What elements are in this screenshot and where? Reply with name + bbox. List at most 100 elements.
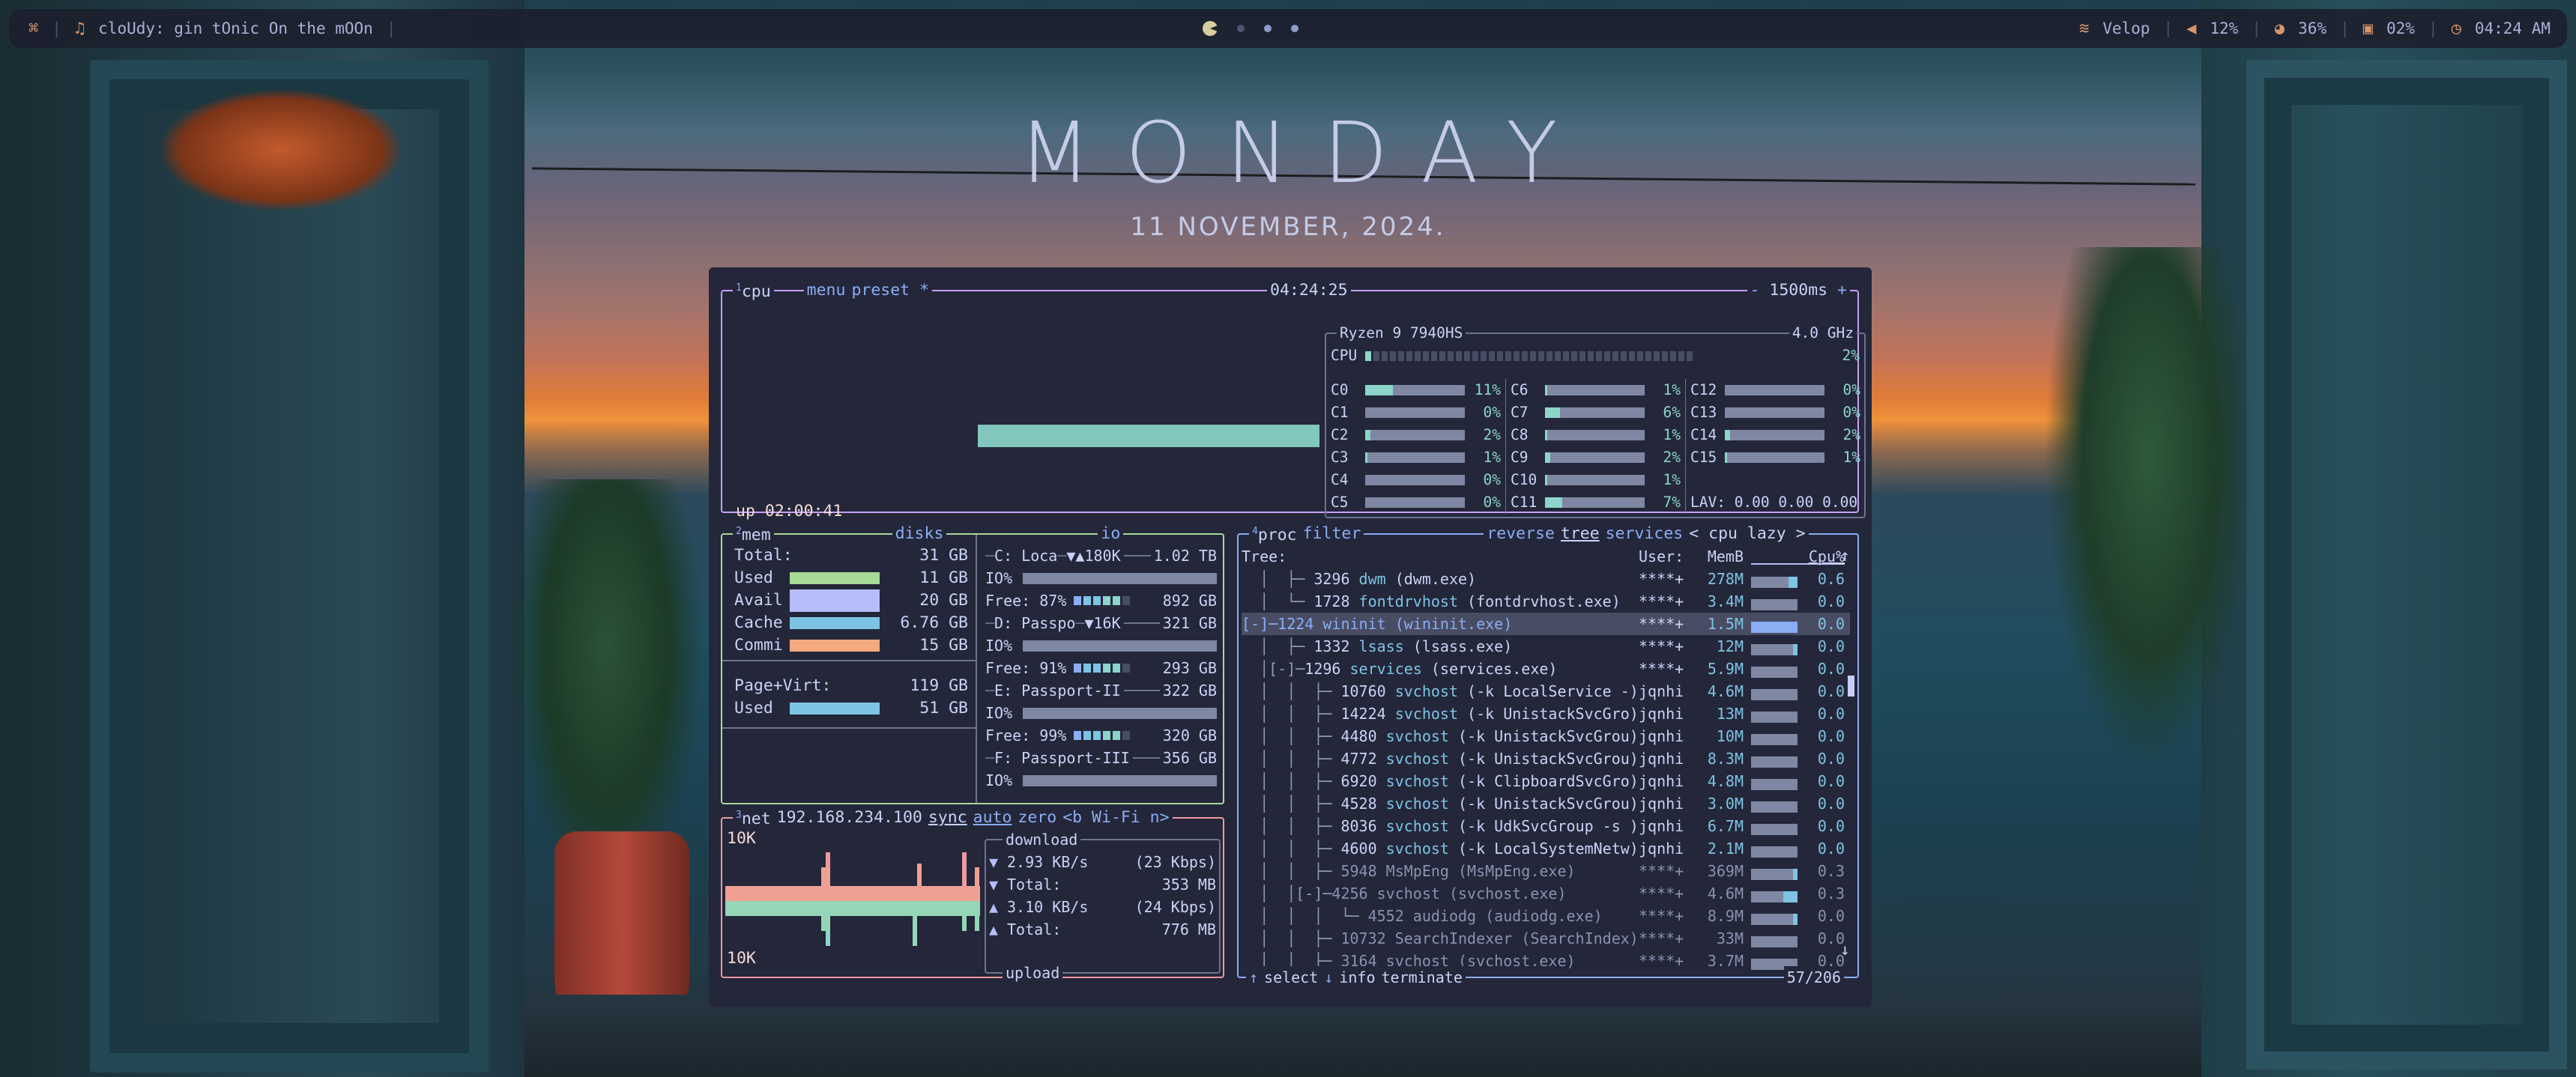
process-user: jqnhi: [1639, 727, 1684, 745]
cpu-core-row: C2 2%: [1331, 424, 1501, 446]
process-user: ****+: [1639, 592, 1684, 610]
process-tree-branch: │ │ ├─: [1242, 750, 1341, 768]
process-pid: 1296: [1304, 660, 1341, 678]
wallpaper-plant-right: [2044, 247, 2254, 771]
process-row[interactable]: │ │ ├─ 4480 svchost (-k UnistackSvcGrou)…: [1242, 725, 1850, 747]
process-user: jqnhi: [1639, 750, 1684, 768]
volume-level[interactable]: 12%: [2210, 19, 2238, 37]
disk-free-cell: [1083, 664, 1092, 673]
disk-header[interactable]: ─ E: Passport-II 322 GB: [981, 679, 1223, 702]
core-pct: 2%: [1842, 426, 1860, 443]
process-row[interactable]: │ ├─ 3296 dwm (dwm.exe) ****+ 278M 0.6: [1242, 568, 1850, 590]
reverse-toggle[interactable]: reverse: [1484, 523, 1558, 545]
now-playing[interactable]: cloUdy: gin tOnic On the mOOn: [98, 19, 373, 37]
process-mem: 4.8M: [1707, 772, 1744, 790]
grid-icon[interactable]: ⌘: [28, 19, 38, 38]
process-row[interactable]: │ ├─ 1332 lsass (lsass.exe) ****+ 12M 0.0: [1242, 635, 1850, 658]
cpu-core-row: C4 0%: [1331, 469, 1501, 491]
disk-free-cell: [1113, 596, 1121, 605]
disk-free-meter: [1074, 596, 1131, 605]
column-user[interactable]: User:: [1639, 545, 1684, 568]
interface-selector[interactable]: <b Wi-Fi n>: [1059, 807, 1173, 829]
status-bar: ⌘ | ♫ cloUdy: gin tOnic On the mOOn | ≋ …: [9, 9, 2567, 48]
core-label: C15: [1690, 449, 1717, 466]
workspace-dot[interactable]: [1291, 25, 1298, 32]
filter-input[interactable]: filter: [1299, 523, 1364, 545]
disk-header[interactable]: ─ D: Passpo ─ ▼16K 321 GB: [981, 612, 1223, 634]
core-label: C5: [1331, 494, 1349, 511]
workspace-dot[interactable]: [1237, 25, 1245, 32]
core-meter-fill: [1545, 497, 1563, 508]
interval-decrease-button[interactable]: -: [1750, 281, 1760, 300]
disk-header[interactable]: ─ C: Loca ─ ▼▲180K 1.02 TB: [981, 544, 1223, 567]
process-name: services: [1349, 660, 1422, 678]
process-row[interactable]: [-]─ 1224 wininit (wininit.exe) ****+ 1.5M 0…: [1242, 613, 1850, 635]
process-row[interactable]: │ └─ 1728 fontdrvhost (fontdrvhost.exe) *…: [1242, 590, 1850, 613]
process-row[interactable]: │ │ ├─ 10760 svchost (-k LocalService -)…: [1242, 680, 1850, 703]
mem-bar: [790, 640, 880, 652]
process-row[interactable]: │ │[-]─ 4256 svchost (svchost.exe) ****+ 4.…: [1242, 882, 1850, 905]
disk-header[interactable]: ─ F: Passport-III 356 GB: [981, 747, 1223, 769]
select-arrow-down-icon[interactable]: ↓: [1321, 966, 1337, 989]
process-pid: 4528: [1340, 795, 1377, 813]
process-row[interactable]: │ │ ├─ 4600 svchost (-k LocalSystemNetw)…: [1242, 837, 1850, 860]
interval-increase-button[interactable]: +: [1837, 281, 1847, 300]
process-tree-branch[interactable]: │ │[-]─: [1242, 882, 1331, 905]
disk-size: 1.02 TB: [1153, 547, 1217, 565]
cpu-core-row: C15 1%: [1690, 446, 1860, 469]
sync-toggle[interactable]: sync: [925, 807, 970, 829]
process-row[interactable]: │ │ ├─ 4772 svchost (-k UnistackSvcGrou)…: [1242, 747, 1850, 770]
services-toggle[interactable]: services: [1602, 523, 1687, 545]
process-tree-branch: │ │ ├─: [1242, 862, 1341, 880]
process-row[interactable]: │ │ ├─ 4528 svchost (-k UnistackSvcGrou)…: [1242, 792, 1850, 815]
menu-button[interactable]: menu: [803, 279, 849, 302]
workspace-dot[interactable]: [1264, 25, 1272, 32]
download-spike: [913, 916, 917, 946]
scrollbar-thumb[interactable]: [1848, 676, 1854, 697]
battery-level[interactable]: 36%: [2298, 19, 2326, 37]
scroll-down-icon[interactable]: ↓: [1840, 939, 1850, 962]
process-row[interactable]: │[-]─ 1296 services (services.exe) ****+ 5.…: [1242, 658, 1850, 680]
core-label: C0: [1331, 381, 1349, 398]
disk-io-row: IO%: [981, 769, 1223, 792]
preset-button[interactable]: preset *: [848, 279, 933, 302]
process-cpu-graph: [1751, 869, 1798, 880]
terminate-button[interactable]: terminate: [1378, 966, 1466, 989]
cpu-core-grid: C0 11% C1 0% C2 2% C3 1% C4 0% C5 0% C6 1% C7 6% C8 1% C9 2…: [1326, 379, 1864, 514]
core-meter: [1365, 452, 1465, 463]
scroll-up-icon[interactable]: ↑: [1840, 545, 1850, 568]
column-mem[interactable]: MemB: [1691, 545, 1744, 568]
auto-toggle[interactable]: auto: [970, 807, 1015, 829]
proc-panel-title[interactable]: 4proc: [1249, 521, 1300, 547]
process-tree-branch[interactable]: [-]─: [1242, 613, 1278, 635]
workspace-active-icon[interactable]: [1203, 21, 1218, 36]
upload-spike: [975, 867, 979, 886]
info-button[interactable]: info: [1336, 966, 1379, 989]
cpu-total-meter-cell: [1612, 351, 1618, 361]
select-arrow-up-icon[interactable]: ↑: [1246, 966, 1262, 989]
zero-button[interactable]: zero: [1015, 807, 1060, 829]
process-name: svchost: [1385, 840, 1449, 858]
core-meter-fill: [1545, 430, 1548, 440]
disk-free-meter: [1074, 731, 1131, 740]
sort-selector[interactable]: < cpu lazy >: [1686, 523, 1809, 545]
process-row[interactable]: │ │ ├─ 6920 svchost (-k ClipboardSvcGro)…: [1242, 770, 1850, 792]
wifi-name[interactable]: Velop: [2102, 19, 2150, 37]
column-tree[interactable]: Tree:: [1242, 545, 1287, 568]
cpu-panel-title[interactable]: 1cpu: [733, 277, 774, 304]
process-row[interactable]: │ │ ├─ 10732 SearchIndexer (SearchIndex)…: [1242, 927, 1850, 950]
column-cpu[interactable]: Cpu%: [1751, 545, 1845, 565]
cpu-usage[interactable]: 02%: [2386, 19, 2415, 37]
process-tree-branch[interactable]: │[-]─: [1242, 658, 1304, 680]
clock[interactable]: 04:24 AM: [2475, 19, 2551, 37]
core-label: C7: [1511, 404, 1529, 421]
process-row[interactable]: │ │ │ └─ 4552 audiodg (audiodg.exe) ****+…: [1242, 905, 1850, 927]
process-row[interactable]: │ │ ├─ 8036 svchost (-k UdkSvcGroup -s )…: [1242, 815, 1850, 837]
process-row[interactable]: │ │ ├─ 5948 MsMpEng (MsMpEng.exe) ****+ 36…: [1242, 860, 1850, 882]
disk-free-cell: [1074, 596, 1082, 605]
process-cpu-graph: [1751, 801, 1798, 813]
uptime: up 02:00:41: [736, 502, 843, 521]
process-user: jqnhi: [1639, 795, 1684, 813]
tree-toggle[interactable]: tree: [1557, 523, 1603, 545]
process-row[interactable]: │ │ ├─ 14224 svchost (-k UnistackSvcGro)…: [1242, 703, 1850, 725]
